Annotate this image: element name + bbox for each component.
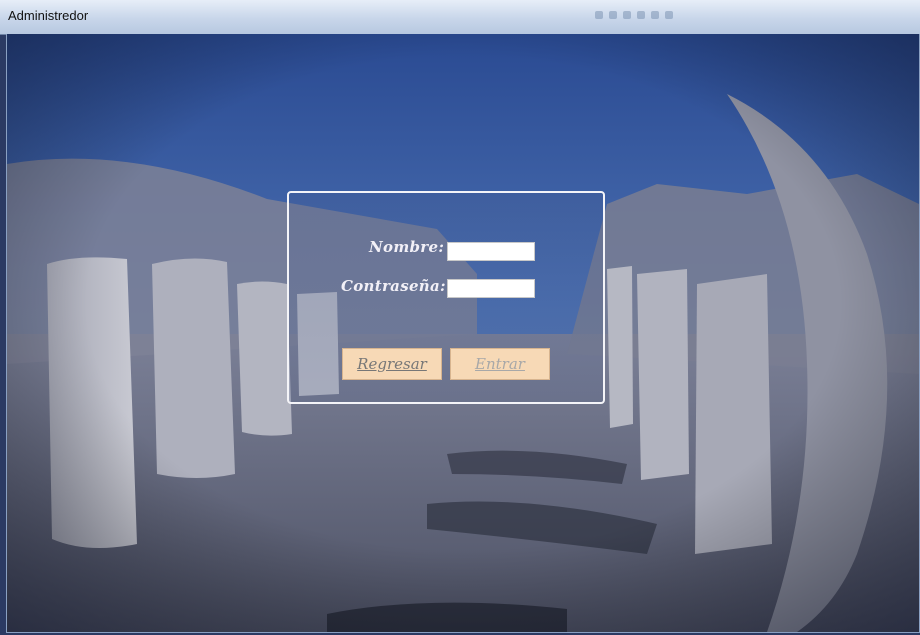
login-panel: Nombre: Contraseña: Regresar Entrar	[287, 191, 605, 404]
entrar-button[interactable]: Entrar	[450, 348, 550, 380]
nombre-label: Nombre:	[369, 238, 445, 256]
faded-icon	[595, 11, 603, 19]
window-title: Administredor	[8, 8, 89, 23]
faded-icon	[609, 11, 617, 19]
password-label: Contraseña:	[341, 277, 446, 295]
faded-icon	[637, 11, 645, 19]
password-input[interactable]	[447, 279, 535, 298]
taskbar-faded-icons	[595, 11, 673, 19]
faded-icon	[651, 11, 659, 19]
faded-icon	[665, 11, 673, 19]
window-content: Nombre: Contraseña: Regresar Entrar	[6, 34, 920, 633]
faded-icon	[623, 11, 631, 19]
nombre-input[interactable]	[447, 242, 535, 261]
window-titlebar: Administredor	[0, 0, 920, 35]
regresar-button[interactable]: Regresar	[342, 348, 442, 380]
